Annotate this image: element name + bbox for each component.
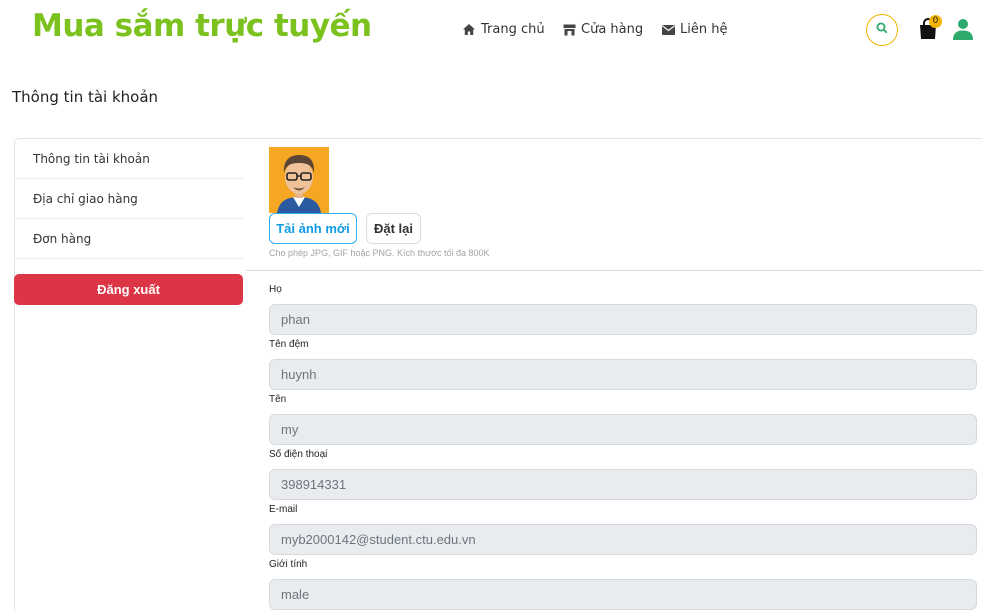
home-icon bbox=[462, 23, 476, 36]
shopping-bag-icon bbox=[918, 18, 938, 44]
nav-label-store: Cửa hàng bbox=[581, 22, 644, 37]
upload-hint: Cho phép JPG, GIF hoặc PNG. Kích thước t… bbox=[269, 248, 490, 258]
upload-photo-button[interactable]: Tải ảnh mới bbox=[269, 213, 357, 244]
gender-field[interactable] bbox=[269, 579, 977, 610]
sidebar-item-label: Thông tin tài khoản bbox=[33, 152, 150, 166]
field-label-phone: Số điện thoại bbox=[269, 449, 328, 460]
nav-link-home[interactable]: Trang chủ bbox=[462, 22, 545, 37]
search-icon bbox=[876, 21, 888, 39]
field-label-gender: Giới tính bbox=[269, 559, 308, 570]
field-label-middle-name: Tên đệm bbox=[269, 339, 309, 350]
middle-name-field[interactable] bbox=[269, 359, 977, 390]
logout-button[interactable]: Đăng xuất bbox=[14, 274, 243, 305]
reset-photo-button[interactable]: Đặt lại bbox=[366, 213, 421, 244]
avatar bbox=[269, 147, 329, 213]
cart-count-badge: 0 bbox=[929, 15, 942, 28]
envelope-icon bbox=[662, 24, 675, 35]
nav-link-contact[interactable]: Liên hệ bbox=[662, 22, 727, 37]
section-divider bbox=[246, 270, 982, 271]
user-icon bbox=[952, 19, 974, 44]
sidebar-item-orders[interactable]: Đơn hàng bbox=[14, 219, 244, 259]
phone-field[interactable] bbox=[269, 469, 977, 500]
first-name-field[interactable] bbox=[269, 414, 977, 445]
sidebar-item-shipping-address[interactable]: Địa chỉ giao hàng bbox=[14, 179, 244, 219]
email-field[interactable] bbox=[269, 524, 977, 555]
search-button[interactable] bbox=[866, 14, 898, 46]
store-icon bbox=[563, 24, 576, 36]
site-brand[interactable]: Mua sắm trực tuyến bbox=[32, 8, 372, 44]
nav-label-contact: Liên hệ bbox=[680, 22, 728, 37]
sidebar-item-account-info[interactable]: Thông tin tài khoản bbox=[14, 139, 244, 179]
last-name-field[interactable] bbox=[269, 304, 977, 335]
field-label-last-name: Họ bbox=[269, 284, 282, 295]
account-button[interactable] bbox=[952, 18, 974, 45]
sidebar-item-label: Đơn hàng bbox=[33, 232, 92, 246]
field-label-email: E-mail bbox=[269, 504, 298, 515]
nav-link-store[interactable]: Cửa hàng bbox=[563, 22, 643, 37]
nav-label-home: Trang chủ bbox=[481, 22, 545, 37]
page-title: Thông tin tài khoản bbox=[12, 88, 159, 106]
field-label-first-name: Tên bbox=[269, 394, 287, 405]
sidebar-item-label: Địa chỉ giao hàng bbox=[33, 192, 138, 206]
